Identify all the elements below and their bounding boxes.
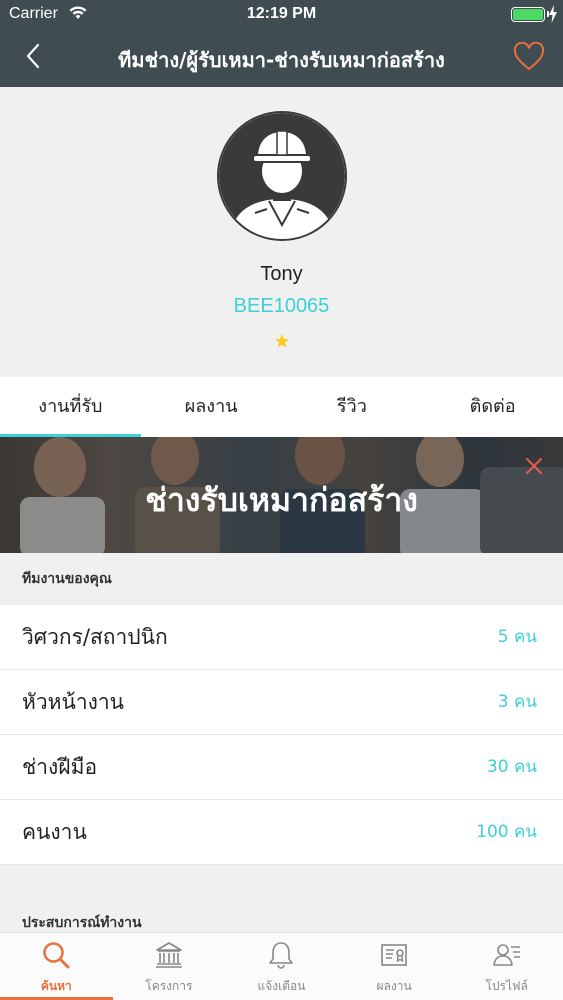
close-icon[interactable] bbox=[525, 457, 543, 475]
profile-code: BEE10065 bbox=[233, 295, 330, 317]
team-role-label: คนงาน bbox=[22, 820, 87, 844]
team-count-value: 30 คน bbox=[486, 757, 537, 777]
list-item: หัวหน้างาน 3 คน bbox=[0, 670, 563, 735]
clock: 12:19 PM bbox=[246, 5, 317, 22]
team-count-value: 3 คน bbox=[497, 692, 537, 712]
rating-star-icon bbox=[275, 334, 289, 348]
tab-contact[interactable]: ติดต่อ bbox=[422, 377, 563, 437]
profile-icon bbox=[492, 944, 520, 966]
avatar bbox=[217, 111, 347, 241]
team-role-label: วิศวกร/สถาปนิก bbox=[22, 625, 168, 649]
battery-icon bbox=[511, 7, 545, 22]
tabbar-label: ผลงาน bbox=[376, 979, 412, 993]
team-count-value: 5 คน bbox=[497, 627, 537, 647]
team-role-label: หัวหน้างาน bbox=[22, 690, 125, 714]
bell-icon bbox=[269, 942, 294, 969]
status-bar: Carrier 12:19 PM bbox=[0, 0, 563, 28]
tabbar-label: โปรไฟล์ bbox=[485, 979, 528, 993]
tab-reviews[interactable]: รีวิว bbox=[282, 377, 423, 437]
tabbar-item-profile[interactable]: โปรไฟล์ bbox=[450, 933, 563, 1000]
certificate-icon bbox=[381, 944, 407, 966]
tabbar-label: ค้นหา bbox=[40, 979, 72, 993]
worker-avatar-icon bbox=[219, 113, 345, 239]
bottom-tab-bar: ค้นหา โครงการ แจ้งเตือน ผลงาน โปรไฟล์ bbox=[0, 932, 563, 1000]
charging-icon bbox=[549, 5, 557, 23]
tabbar-item-search[interactable]: ค้นหา bbox=[0, 933, 113, 1000]
favorite-heart-icon[interactable] bbox=[513, 42, 545, 72]
profile-tabs: งานที่รับ ผลงาน รีวิว ติดต่อ bbox=[0, 377, 563, 437]
list-item: ช่างฝีมือ 30 คน bbox=[0, 735, 563, 800]
tabbar-item-projects[interactable]: โครงการ bbox=[113, 933, 226, 1000]
tabbar-label: แจ้งเตือน bbox=[257, 979, 306, 993]
category-banner: ช่างรับเหมาก่อสร้าง bbox=[0, 437, 563, 553]
team-role-label: ช่างฝีมือ bbox=[22, 755, 98, 779]
team-count-value: 100 คน bbox=[476, 822, 537, 842]
tabbar-item-portfolio[interactable]: ผลงาน bbox=[338, 933, 451, 1000]
top-bar: Carrier 12:19 PM ทีมช่าง/ผู้รับเหมา-ช่าง… bbox=[0, 0, 563, 87]
list-item: คนงาน 100 คน bbox=[0, 800, 563, 865]
team-section-heading: ทีมงานของคุณ bbox=[0, 553, 563, 605]
profile-name: Tony bbox=[260, 263, 303, 285]
page-title: ทีมช่าง/ผู้รับเหมา-ช่างรับเหมาก่อสร้าง bbox=[118, 48, 445, 72]
team-list: วิศวกร/สถาปนิก 5 คน หัวหน้างาน 3 คน ช่าง… bbox=[0, 605, 563, 865]
tab-accepted-jobs[interactable]: งานที่รับ bbox=[0, 377, 141, 437]
profile-header: Tony BEE10065 bbox=[0, 87, 563, 377]
bank-icon bbox=[155, 942, 182, 968]
tabbar-item-notifications[interactable]: แจ้งเตือน bbox=[225, 933, 338, 1000]
tabbar-label: โครงการ bbox=[145, 979, 193, 993]
search-icon bbox=[43, 942, 70, 969]
list-item: วิศวกร/สถาปนิก 5 คน bbox=[0, 605, 563, 670]
banner-title: ช่างรับเหมาก่อสร้าง bbox=[145, 481, 418, 519]
tab-portfolio[interactable]: ผลงาน bbox=[141, 377, 282, 437]
back-icon[interactable] bbox=[22, 42, 46, 70]
